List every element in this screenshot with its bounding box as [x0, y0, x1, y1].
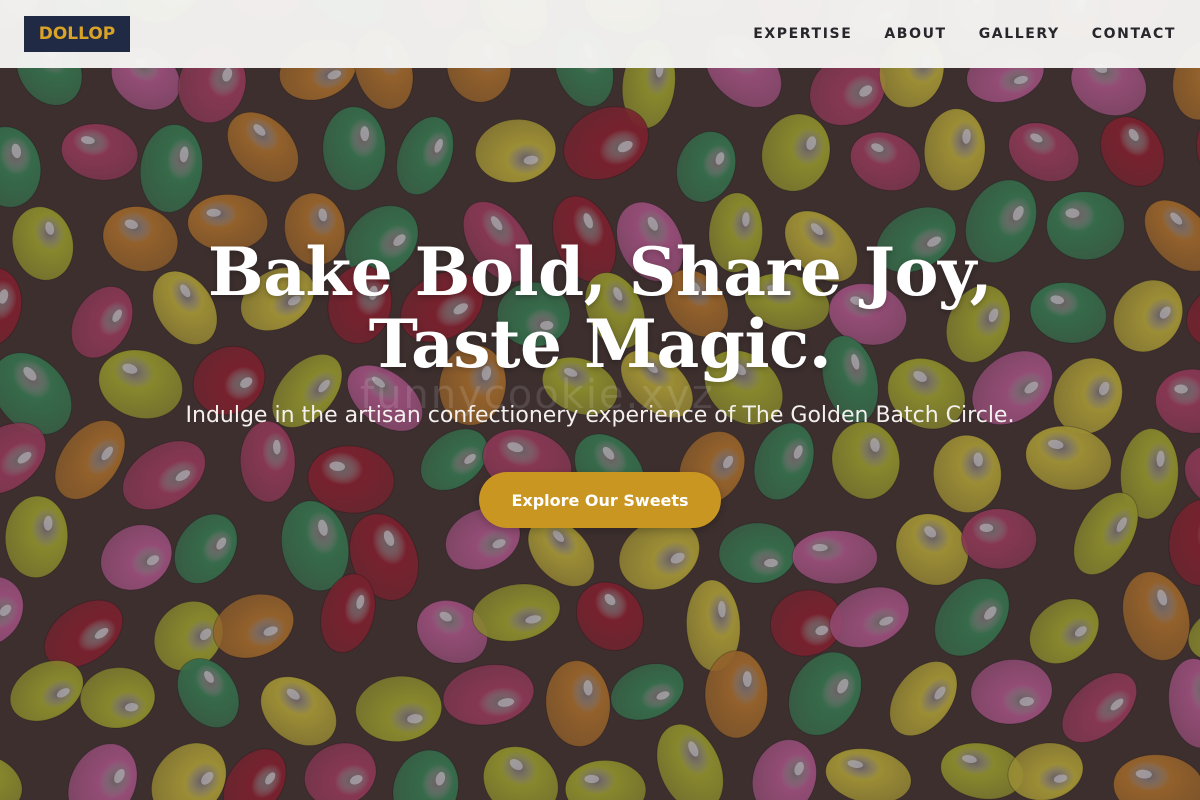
nav-link-contact[interactable]: CONTACT: [1092, 26, 1176, 42]
main-nav: EXPERTISE ABOUT GALLERY CONTACT: [721, 0, 1176, 68]
explore-sweets-button[interactable]: Explore Our Sweets: [479, 472, 721, 528]
nav-link-about[interactable]: ABOUT: [884, 26, 946, 42]
headline-line-1: Bake Bold, Share Joy,: [207, 233, 993, 311]
nav-link-gallery[interactable]: GALLERY: [979, 26, 1060, 42]
brand-logo[interactable]: DOLLOP: [24, 16, 130, 52]
hero-section: funnycookie.xyz Bake Bold, Share Joy, Ta…: [0, 0, 1200, 800]
hero-headline: Bake Bold, Share Joy, Taste Magic.: [207, 233, 993, 383]
hero-subtitle: Indulge in the artisan confectionery exp…: [185, 403, 1015, 428]
hero-content: Bake Bold, Share Joy, Taste Magic. Indul…: [0, 236, 1200, 528]
nav-link-expertise[interactable]: EXPERTISE: [753, 26, 852, 42]
top-navbar: DOLLOP EXPERTISE ABOUT GALLERY CONTACT: [0, 0, 1200, 68]
headline-line-2: Taste Magic.: [368, 305, 832, 383]
